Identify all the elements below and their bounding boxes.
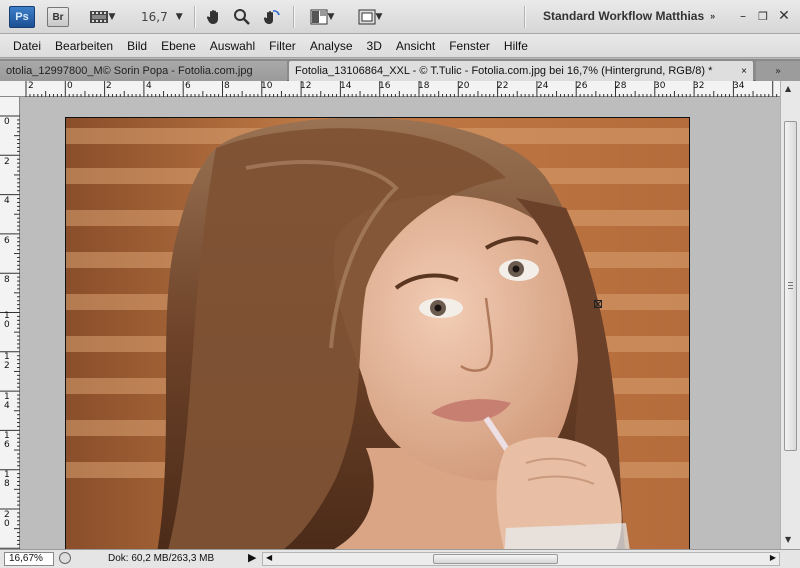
menu-analyse[interactable]: Analyse — [303, 39, 360, 53]
ruler-label: 34 — [733, 81, 745, 91]
zoom-tool-icon — [234, 9, 250, 25]
ruler-label: 22 — [497, 81, 509, 91]
ruler-label: 6 — [4, 236, 10, 246]
ruler-label: 6 — [185, 81, 191, 91]
arrange-documents-icon — [310, 9, 328, 25]
chevron-down-icon: ▼ — [175, 12, 183, 22]
screen-mode-button[interactable]: ▼ — [352, 7, 388, 27]
minimize-icon: – — [740, 9, 746, 23]
document-info: Dok: 60,2 MB/263,3 MB — [108, 553, 215, 564]
menu-filter[interactable]: Filter — [262, 39, 303, 53]
ruler-label: 2 — [28, 81, 34, 91]
ruler-label: 4 — [146, 81, 152, 91]
status-info-icon[interactable] — [59, 552, 71, 564]
menu-fenster[interactable]: Fenster — [442, 39, 497, 53]
hand-tool-icon — [206, 10, 218, 24]
ruler-label: 2 0 — [4, 510, 10, 529]
crosshair-cursor-icon — [594, 300, 602, 308]
restore-button[interactable]: ❐ — [756, 9, 770, 23]
ruler-label: 8 — [224, 81, 230, 91]
vertical-scrollbar[interactable]: ▲ ▼ — [780, 81, 800, 549]
zoom-tool-button[interactable] — [231, 7, 253, 27]
menu-datei[interactable]: Datei — [6, 39, 48, 53]
document-tab-bar: otolia_12997800_M© Sorin Popa - Fotolia.… — [0, 59, 800, 81]
ruler-label: 2 — [106, 81, 112, 91]
ruler-label: 1 4 — [4, 392, 10, 411]
document-tab-active[interactable]: Fotolia_13106864_XXL - © T.Tulic - Fotol… — [289, 61, 753, 81]
ruler-label: 24 — [537, 81, 549, 91]
scroll-down-icon[interactable]: ▼ — [785, 535, 791, 544]
photoshop-logo[interactable]: Ps — [9, 6, 35, 28]
ruler-label: 16 — [379, 81, 391, 91]
menu-ebene[interactable]: Ebene — [154, 39, 203, 53]
restore-icon: ❐ — [758, 9, 768, 23]
ruler-label: 1 6 — [4, 431, 10, 450]
zoom-level-value: 16,7 — [141, 10, 168, 24]
zoom-level-field[interactable]: 16,7 ▼ — [134, 8, 184, 26]
tab-close-icon[interactable]: × — [741, 66, 747, 77]
document-canvas[interactable] — [21, 97, 780, 549]
close-icon: ✕ — [778, 8, 790, 24]
ruler-label: 1 2 — [4, 352, 10, 371]
ruler-label: 0 — [67, 81, 73, 91]
ruler-label: 1 8 — [4, 470, 10, 489]
ruler-label: 14 — [340, 81, 352, 91]
horizontal-ruler[interactable]: 2 0 2 4 6 8 10 12 14 16 18 20 22 24 26 2… — [0, 81, 780, 97]
ruler-label: 12 — [300, 81, 312, 91]
scroll-up-icon[interactable]: ▲ — [785, 84, 791, 93]
menu-3d[interactable]: 3D — [360, 39, 389, 53]
ruler-label: 30 — [654, 81, 666, 91]
close-button[interactable]: ✕ — [776, 8, 792, 24]
document-tab-label: Fotolia_13106864_XXL - © T.Tulic - Fotol… — [295, 65, 713, 77]
double-chevron-icon: » — [710, 11, 716, 21]
document-tab-inactive[interactable]: otolia_12997800_M© Sorin Popa - Fotolia.… — [0, 61, 287, 81]
rotate-view-button[interactable] — [260, 7, 282, 27]
portrait-photo — [66, 118, 689, 549]
ruler-label: 26 — [576, 81, 588, 91]
workspace-selector[interactable]: Standard Workflow Matthias » — [543, 9, 715, 23]
menu-hilfe[interactable]: Hilfe — [497, 39, 535, 53]
ruler-label: 32 — [693, 81, 705, 91]
ruler-label: 0 — [4, 117, 10, 127]
rotate-view-icon — [263, 10, 280, 24]
vertical-ruler[interactable]: 0 2 4 6 8 1 0 1 2 1 4 1 6 1 8 2 0 — [0, 97, 20, 549]
menu-auswahl[interactable]: Auswahl — [203, 39, 262, 53]
ruler-label: 20 — [458, 81, 470, 91]
ruler-label: 10 — [261, 81, 273, 91]
bridge-button[interactable]: Br — [47, 7, 69, 27]
status-bar: 16,67% Dok: 60,2 MB/263,3 MB ▶ ◀ ▶ — [0, 549, 800, 568]
ruler-label: 1 0 — [4, 311, 10, 330]
ruler-label: 8 — [4, 275, 10, 285]
film-strip-button[interactable]: ▼ — [84, 7, 120, 27]
hand-tool-button[interactable] — [203, 7, 225, 27]
menu-ansicht[interactable]: Ansicht — [389, 39, 442, 53]
chevron-down-icon: ▼ — [327, 12, 335, 22]
document-tab-label: otolia_12997800_M© Sorin Popa - Fotolia.… — [6, 65, 253, 77]
menu-bearbeiten[interactable]: Bearbeiten — [48, 39, 120, 53]
ruler-label: 4 — [4, 196, 10, 206]
zoom-status-field[interactable]: 16,67% — [4, 552, 54, 566]
menu-bild[interactable]: Bild — [120, 39, 154, 53]
ruler-label: 18 — [418, 81, 430, 91]
chevron-down-icon: ▼ — [375, 12, 383, 22]
scroll-right-icon[interactable]: ▶ — [770, 553, 776, 562]
document-image[interactable] — [65, 117, 690, 549]
minimize-button[interactable]: – — [736, 9, 750, 23]
screen-mode-icon — [358, 9, 376, 25]
horizontal-scrollbar[interactable]: ◀ ▶ — [262, 552, 780, 566]
workspace-name: Standard Workflow Matthias — [543, 9, 705, 23]
application-bar: Ps Br ▼ 16,7 ▼ ▼ ▼ Standard Workflow Mat… — [0, 0, 800, 34]
ruler-label: 2 — [4, 157, 10, 167]
vertical-scroll-thumb[interactable] — [784, 121, 797, 451]
tab-overflow-button[interactable]: » — [756, 61, 800, 81]
double-chevron-icon: » — [774, 65, 782, 77]
menu-bar: Datei Bearbeiten Bild Ebene Auswahl Filt… — [0, 34, 800, 58]
ruler-label: 28 — [615, 81, 627, 91]
arrange-documents-button[interactable]: ▼ — [304, 7, 340, 27]
scroll-left-icon[interactable]: ◀ — [266, 553, 272, 562]
status-menu-arrow-icon[interactable]: ▶ — [248, 551, 256, 564]
film-strip-icon — [89, 11, 108, 23]
chevron-down-icon: ▼ — [108, 12, 116, 22]
horizontal-scroll-thumb[interactable] — [433, 554, 558, 564]
